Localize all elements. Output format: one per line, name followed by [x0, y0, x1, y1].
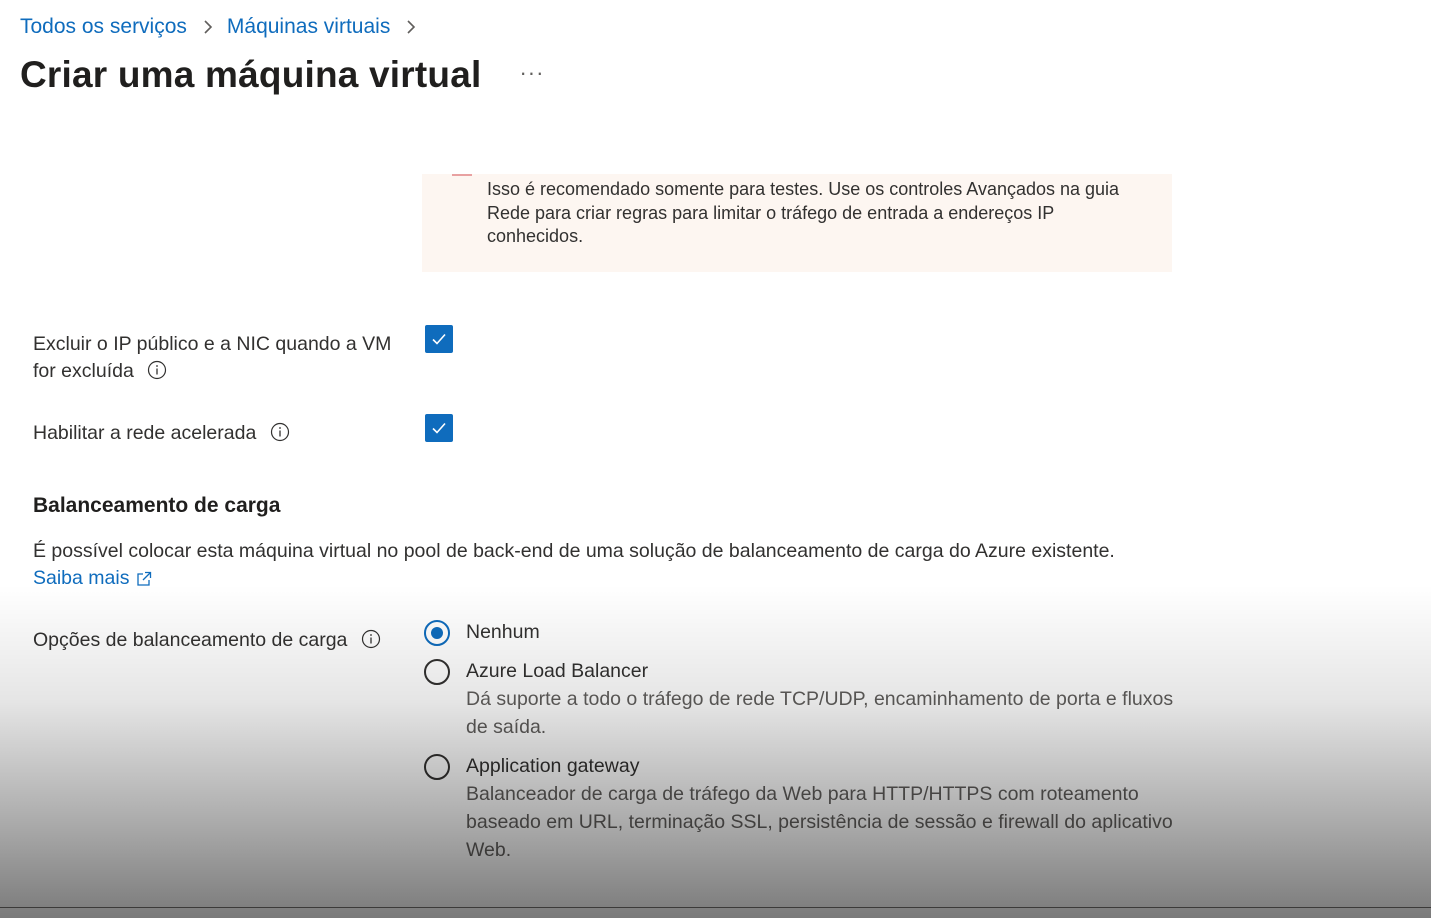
radio-label-none: Nenhum [466, 621, 540, 643]
load-balancing-description: É possível colocar esta máquina virtual … [33, 538, 1233, 592]
load-balancing-options-label: Opções de balanceamento de carga [33, 627, 381, 654]
breadcrumb-link-all-services[interactable]: Todos os serviços [20, 15, 187, 39]
more-options-button[interactable]: ··· [519, 60, 544, 86]
info-icon[interactable] [361, 629, 381, 649]
radio-button-application-gateway[interactable] [424, 754, 450, 780]
checkmark-icon [432, 333, 446, 345]
accelerated-networking-label: Habilitar a rede acelerada [33, 420, 290, 447]
accelerated-networking-label-text: Habilitar a rede acelerada [33, 422, 257, 444]
delete-ip-nic-checkbox[interactable] [425, 325, 453, 353]
title-row: Criar uma máquina virtual ··· [20, 54, 544, 96]
chevron-right-icon [198, 17, 218, 37]
delete-ip-nic-label-line1: Excluir o IP público e a NIC quando a VM [33, 333, 392, 355]
radio-label-azure-load-balancer: Azure Load Balancer [466, 660, 649, 682]
checkmark-icon [432, 422, 446, 434]
radio-option-none[interactable]: Nenhum [424, 620, 1186, 646]
warning-text: Isso é recomendado somente para testes. … [487, 179, 1120, 246]
radio-label-application-gateway: Application gateway [466, 755, 640, 777]
delete-ip-nic-label-line2: for excluída [33, 360, 134, 382]
load-balancing-options-label-text: Opções de balanceamento de carga [33, 629, 348, 651]
delete-ip-nic-label: Excluir o IP público e a NIC quando a VM… [33, 331, 391, 385]
radio-option-application-gateway[interactable]: Application gateway Balanceador de carga… [424, 754, 1186, 864]
accelerated-networking-checkbox[interactable] [425, 414, 453, 442]
chevron-right-icon [401, 17, 421, 37]
warning-message-bar: Isso é recomendado somente para testes. … [422, 174, 1172, 272]
breadcrumb: Todos os serviços Máquinas virtuais [20, 13, 430, 41]
radio-description-application-gateway: Balanceador de carga de tráfego da Web p… [466, 783, 1173, 861]
radio-option-azure-load-balancer[interactable]: Azure Load Balancer Dá suporte a todo o … [424, 659, 1186, 741]
load-balancing-radio-group: Nenhum Azure Load Balancer Dá suporte a … [424, 620, 1186, 864]
radio-button-azure-load-balancer[interactable] [424, 659, 450, 685]
page-title: Criar uma máquina virtual [20, 54, 482, 95]
breadcrumb-link-virtual-machines[interactable]: Máquinas virtuais [227, 15, 390, 39]
info-icon[interactable] [147, 360, 167, 380]
radio-description-azure-load-balancer: Dá suporte a todo o tráfego de rede TCP/… [466, 688, 1174, 738]
bottom-divider [0, 907, 1431, 908]
learn-more-link[interactable]: Saiba mais [33, 565, 153, 592]
radio-button-none[interactable] [424, 620, 450, 646]
info-icon[interactable] [270, 422, 290, 442]
learn-more-label: Saiba mais [33, 567, 130, 589]
load-balancing-heading: Balanceamento de carga [33, 494, 281, 517]
warning-icon [452, 168, 472, 176]
load-balancing-description-text: É possível colocar esta máquina virtual … [33, 540, 1115, 562]
external-link-icon [137, 571, 152, 586]
